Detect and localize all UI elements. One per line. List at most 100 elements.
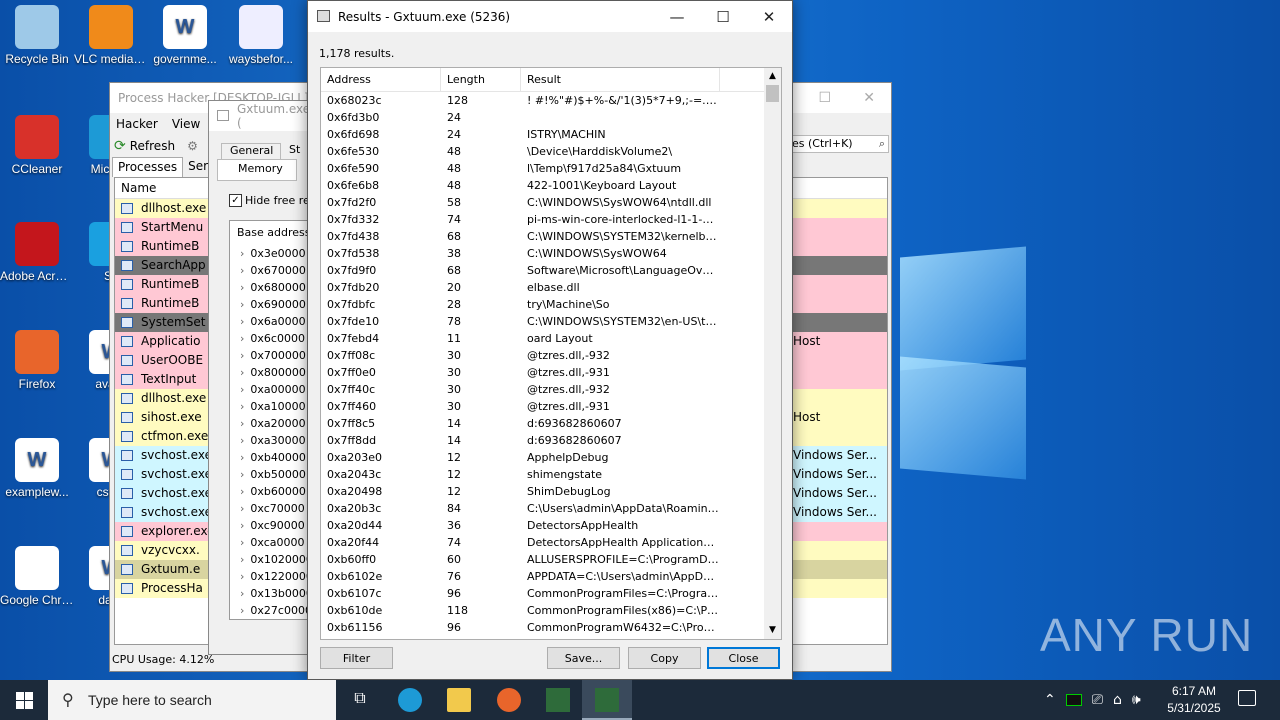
result-row[interactable]: 0x7ff40c 30 @tzres.dll,-932 [321, 381, 781, 398]
desktop-icon[interactable]: Wexamplew... [0, 438, 74, 500]
result-row[interactable]: 0xa203e0 12 ApphelpDebug [321, 449, 781, 466]
result-row[interactable]: 0xa2043c 12 shimengstate [321, 466, 781, 483]
vertical-scrollbar[interactable]: ▲ ▼ [764, 68, 781, 639]
result-row[interactable]: 0x7ff8c5 14 d:693682860607 [321, 415, 781, 432]
edge-taskbar-icon[interactable] [398, 688, 422, 712]
result-row[interactable]: 0xa20498 12 ShimDebugLog [321, 483, 781, 500]
result-row[interactable]: 0x7ff8dd 14 d:693682860607 [321, 432, 781, 449]
chevron-right-icon[interactable]: › [240, 485, 244, 498]
chevron-right-icon[interactable]: › [240, 383, 244, 396]
result-row[interactable]: 0xb6107c 96 CommonProgramFiles=C:\Program … [321, 585, 781, 602]
clock[interactable]: 6:17 AM 5/31/2025 [1162, 683, 1226, 717]
tab-memory[interactable]: Memory [217, 159, 297, 181]
result-row[interactable]: 0x6fe530 48 \Device\HarddiskVolume2\ [321, 143, 781, 160]
firefox-taskbar-icon[interactable] [497, 688, 521, 712]
chevron-right-icon[interactable]: › [240, 281, 244, 294]
result-row[interactable]: 0xb60ff0 60 ALLUSERSPROFILE=C:\ProgramData [321, 551, 781, 568]
close-icon[interactable]: ✕ [863, 90, 875, 106]
monitor-icon[interactable]: ⎚ [1092, 692, 1103, 708]
maximize-icon[interactable]: ☐ [700, 1, 746, 32]
network-status-icon[interactable] [1065, 694, 1082, 706]
network-icon[interactable]: ⌂ [1113, 692, 1122, 708]
checkbox-checked-icon[interactable]: ✓ [229, 194, 242, 207]
hide-free-regions[interactable]: ✓ Hide free reg [229, 194, 317, 207]
search-box[interactable]: es (Ctrl+K) ⌕ [789, 135, 889, 153]
result-row[interactable]: 0xa20f44 74 DetectorsAppHealth Application… [321, 534, 781, 551]
column-name[interactable]: Name [121, 181, 156, 195]
result-row[interactable]: 0x7fdb20 20 elbase.dll [321, 279, 781, 296]
column-length[interactable]: Length [441, 68, 521, 91]
column-address[interactable]: Address [321, 68, 441, 91]
minimize-icon[interactable]: — [654, 1, 700, 32]
results-titlebar[interactable]: Results - Gxtuum.exe (5236) — ☐ ✕ [308, 1, 792, 32]
result-row[interactable]: 0x7fdbfc 28 try\Machine\So [321, 296, 781, 313]
save-button[interactable]: Save... [547, 647, 620, 669]
desktop-icon[interactable]: Recycle Bin [0, 5, 74, 67]
close-icon[interactable]: ✕ [746, 1, 792, 32]
chevron-right-icon[interactable]: › [240, 247, 244, 260]
result-row[interactable]: 0xa20b3c 84 C:\Users\admin\AppData\Roaming… [321, 500, 781, 517]
desktop-icon[interactable]: Wgovernme... [148, 5, 222, 67]
result-row[interactable]: 0x68023c 128 ! #!%"#)$+%-&/'1(3)5*7+9,;-=.… [321, 92, 781, 109]
chevron-right-icon[interactable]: › [240, 298, 244, 311]
desktop-icon[interactable]: VLC media player [74, 5, 148, 67]
chevron-right-icon[interactable]: › [240, 451, 244, 464]
result-row[interactable]: 0x7fd2f0 58 C:\WINDOWS\SysWOW64\ntdll.dll [321, 194, 781, 211]
chevron-right-icon[interactable]: › [240, 400, 244, 413]
column-result[interactable]: Result [521, 68, 720, 91]
result-row[interactable]: 0x7fd332 74 pi-ms-win-core-interlocked-l1-… [321, 211, 781, 228]
maximize-icon[interactable]: ☐ [818, 90, 831, 106]
desktop-icon[interactable]: Adobe Acrobat [0, 222, 74, 284]
chevron-right-icon[interactable]: › [240, 264, 244, 277]
task-view-icon[interactable]: ⧉ [348, 688, 372, 712]
result-row[interactable]: 0x7fd9f0 68 Software\Microsoft\LanguageOve… [321, 262, 781, 279]
chevron-right-icon[interactable]: › [240, 349, 244, 362]
scroll-thumb[interactable] [766, 85, 779, 102]
chevron-right-icon[interactable]: › [240, 553, 244, 566]
process-hacker-taskbar-icon[interactable] [546, 688, 570, 712]
result-row[interactable]: 0x7ff0e0 30 @tzres.dll,-931 [321, 364, 781, 381]
copy-button[interactable]: Copy [628, 647, 701, 669]
result-row[interactable]: 0x6fd3b0 24 [321, 109, 781, 126]
chevron-right-icon[interactable]: › [240, 502, 244, 515]
taskbar-search[interactable]: ⚲ Type here to search [48, 680, 336, 720]
chevron-right-icon[interactable]: › [240, 519, 244, 532]
chevron-right-icon[interactable]: › [240, 604, 244, 617]
result-row[interactable]: 0x7fd538 38 C:\WINDOWS\SysWOW64 [321, 245, 781, 262]
menu-hacker[interactable]: Hacker [116, 117, 158, 131]
chevron-right-icon[interactable]: › [240, 434, 244, 447]
process-hacker-taskbar-icon-active[interactable] [582, 680, 632, 720]
chevron-right-icon[interactable]: › [240, 417, 244, 430]
start-button[interactable] [0, 680, 48, 720]
chevron-right-icon[interactable]: › [240, 468, 244, 481]
chevron-right-icon[interactable]: › [240, 366, 244, 379]
gear-icon[interactable]: ⚙ [187, 139, 198, 153]
result-row[interactable]: 0x7ff460 30 @tzres.dll,-931 [321, 398, 781, 415]
chevron-right-icon[interactable]: › [240, 315, 244, 328]
result-row[interactable]: 0x6fe6b8 48 422-1001\Keyboard Layout [321, 177, 781, 194]
chevron-up-icon[interactable]: ⌃ [1044, 692, 1056, 708]
result-row[interactable]: 0x6fe590 48 l\Temp\f917d25a84\Gxtuum [321, 160, 781, 177]
result-row[interactable]: 0x6fd698 24 ISTRY\MACHIN [321, 126, 781, 143]
search-icon[interactable]: ⌕ [879, 136, 885, 152]
chevron-right-icon[interactable]: › [240, 570, 244, 583]
menu-view[interactable]: View [172, 117, 200, 131]
chevron-right-icon[interactable]: › [240, 332, 244, 345]
desktop-icon[interactable]: CCleaner [0, 115, 74, 177]
scroll-down-icon[interactable]: ▼ [764, 622, 781, 639]
result-row[interactable]: 0x7fd438 68 C:\WINDOWS\SYSTEM32\kernelbas.… [321, 228, 781, 245]
result-row[interactable]: 0x7fde10 78 C:\WINDOWS\SYSTEM32\en-US\tzr.… [321, 313, 781, 330]
result-row[interactable]: 0xb610de 118 CommonProgramFiles(x86)=C:\Pr… [321, 602, 781, 619]
filter-button[interactable]: Filter [320, 647, 393, 669]
close-button[interactable]: Close [707, 647, 780, 669]
result-row[interactable]: 0x7ff08c 30 @tzres.dll,-932 [321, 347, 781, 364]
result-row[interactable]: 0xb6102e 76 APPDATA=C:\Users\admin\AppData… [321, 568, 781, 585]
result-row[interactable]: 0x7febd4 11 oard Layout [321, 330, 781, 347]
result-row[interactable]: 0xa20d44 36 DetectorsAppHealth [321, 517, 781, 534]
desktop-icon[interactable]: waysbefor... [224, 5, 298, 67]
volume-icon[interactable]: 🕪 [1132, 692, 1141, 708]
chevron-right-icon[interactable]: › [240, 587, 244, 600]
file-explorer-icon[interactable] [447, 688, 471, 712]
tab-statistics[interactable]: St [289, 143, 300, 156]
refresh-button[interactable]: Refresh [130, 139, 175, 153]
